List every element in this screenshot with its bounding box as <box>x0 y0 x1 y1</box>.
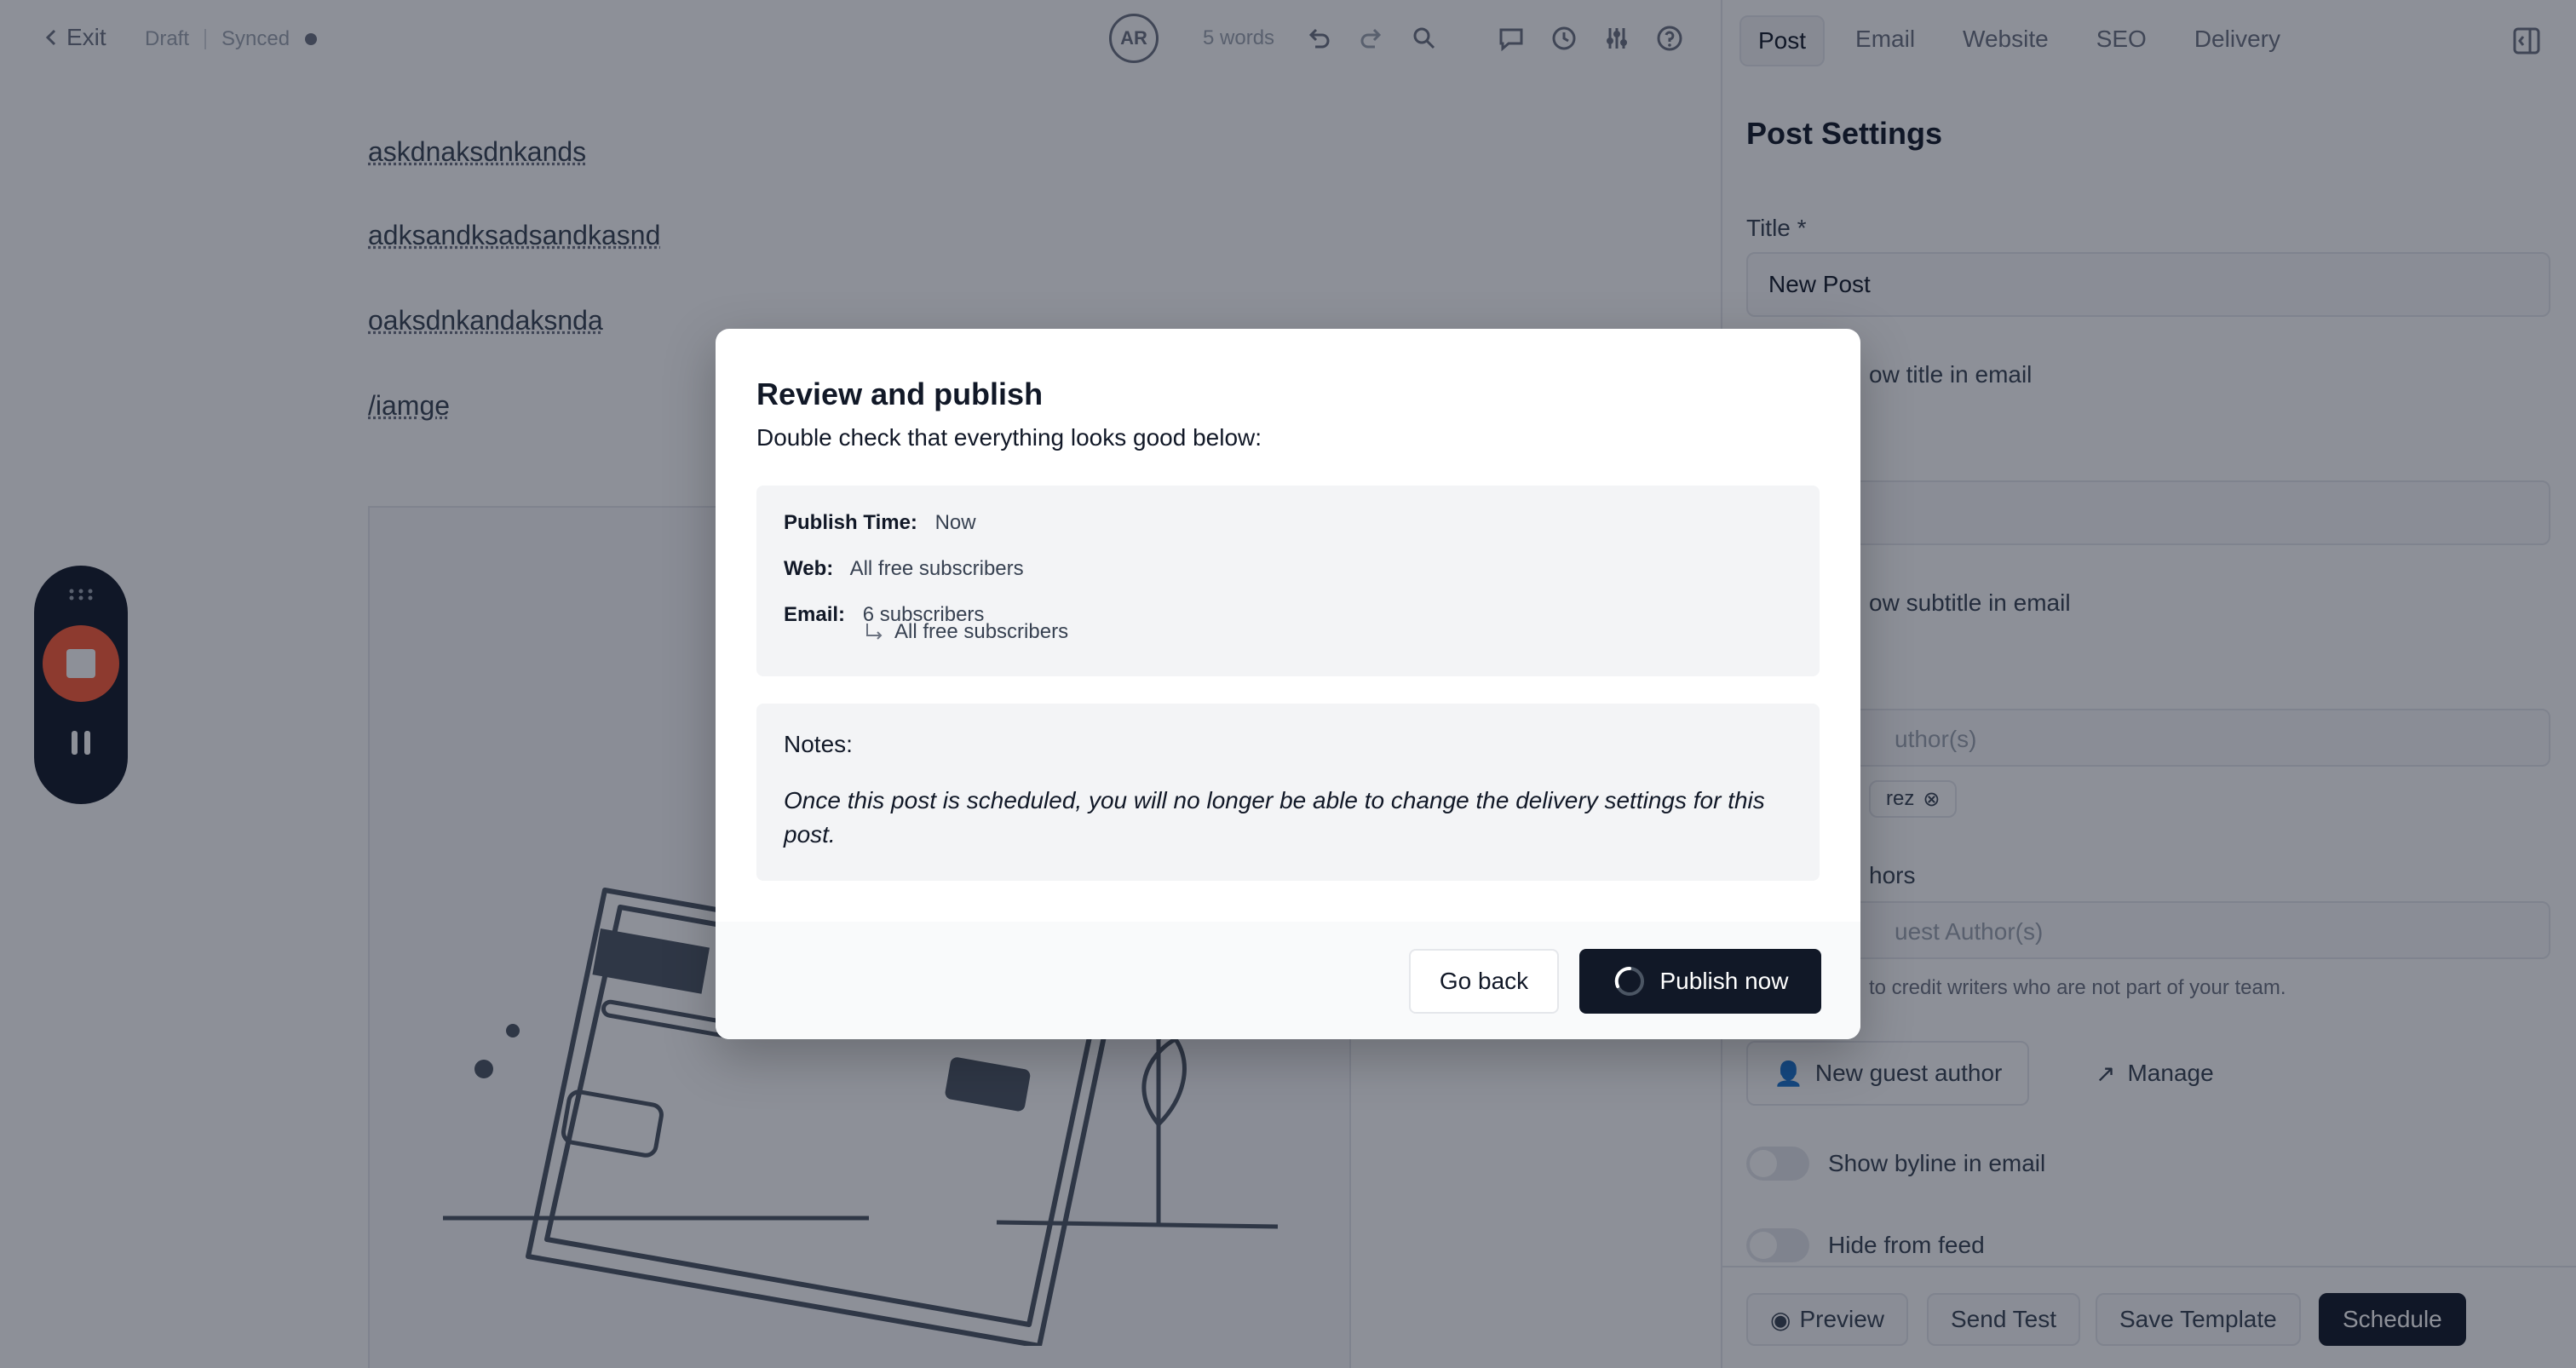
review-publish-modal: Review and publish Double check that eve… <box>716 329 1860 1039</box>
email-segment-value: All free subscribers <box>894 620 1069 643</box>
publish-time-value: Now <box>934 511 976 534</box>
web-row: Web: All free subscribers <box>784 557 1792 581</box>
notes-title: Notes: <box>784 731 853 757</box>
notes-box: Notes: Once this post is scheduled, you … <box>756 704 1820 881</box>
publish-now-button[interactable]: Publish now <box>1579 949 1821 1014</box>
loading-spinner-icon <box>1614 966 1644 996</box>
email-label: Email: <box>784 603 846 626</box>
publish-now-label: Publish now <box>1659 968 1789 994</box>
corner-down-right-icon <box>866 624 883 640</box>
publish-time-row: Publish Time: Now <box>784 511 1792 535</box>
publish-summary: Publish Time: Now Web: All free subscrib… <box>756 486 1820 676</box>
web-value: All free subscribers <box>849 557 1024 580</box>
modal-footer: Go back Publish now <box>716 922 1860 1039</box>
email-segment-row: All free subscribers <box>864 620 1068 644</box>
notes-text: Once this post is scheduled, you will no… <box>784 787 1765 848</box>
publish-time-label: Publish Time: <box>784 511 917 534</box>
modal-subtitle: Double check that everything looks good … <box>756 424 1262 451</box>
web-label: Web: <box>784 557 834 580</box>
go-back-button[interactable]: Go back <box>1409 949 1559 1014</box>
modal-title: Review and publish <box>756 376 1044 411</box>
